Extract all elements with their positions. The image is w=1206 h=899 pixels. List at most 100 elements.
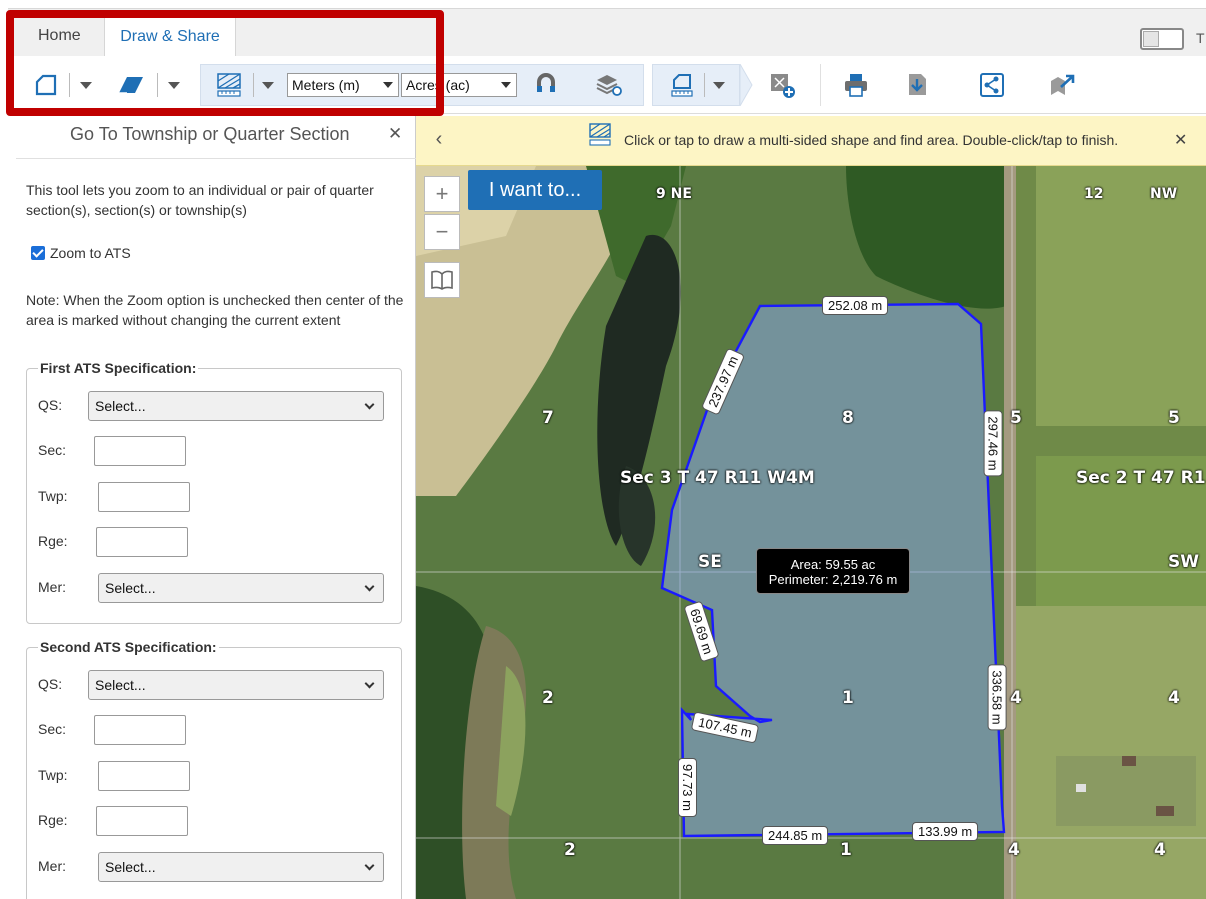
section-label: Sec 2 T 47 R1 [1076, 468, 1206, 488]
print-button[interactable] [836, 64, 876, 106]
second-qs-value: Select... [95, 677, 146, 693]
section-label: SW [1168, 552, 1199, 572]
split-separator [703, 73, 705, 97]
map-hint-text: Click or tap to draw a multi-sided shape… [624, 132, 1119, 148]
collapse-panel-icon[interactable]: ‹ [425, 122, 453, 156]
second-qs-select[interactable]: Select... [88, 670, 384, 700]
measure-shape-icon [670, 74, 693, 97]
panel-close-icon[interactable]: ✕ [388, 124, 402, 144]
section-label: 1 [840, 840, 852, 860]
chevron-down-icon [364, 860, 375, 871]
export-icon [909, 74, 926, 95]
send-to-button[interactable] [1040, 64, 1084, 106]
section-label: 9 NE [656, 186, 692, 202]
print-icon [845, 74, 867, 97]
section-label: SE [698, 552, 722, 572]
second-sec-input[interactable] [94, 715, 186, 745]
zoom-in-button[interactable]: + [424, 176, 460, 212]
first-qs-value: Select... [95, 398, 146, 414]
perimeter-readout: Perimeter: 2,219.76 m [768, 572, 898, 587]
i-want-to-button[interactable]: I want to... [468, 170, 602, 210]
first-rge-input[interactable] [96, 527, 188, 557]
bookmarks-button[interactable] [424, 262, 460, 298]
first-ats-legend: First ATS Specification: [38, 360, 199, 376]
group-arrow [740, 64, 753, 106]
add-point-icon [771, 74, 795, 98]
dimension-label-right-upper: 297.46 m [983, 410, 1003, 477]
map-view[interactable]: 9 NE 12 NW 7 8 5 5 Sec 3 T 47 R11 W4M Se… [416, 166, 1206, 899]
first-qs-select[interactable]: Select... [88, 391, 384, 421]
zoom-out-button[interactable]: − [424, 214, 460, 250]
snap-button[interactable] [528, 64, 564, 106]
area-readout: Area: 59.55 ac [790, 557, 876, 572]
ribbon-toggle[interactable] [1140, 28, 1184, 50]
chevron-down-icon [501, 82, 511, 88]
qs-label: QS: [38, 397, 63, 413]
measurement-tooltip: Area: 59.55 ac Perimeter: 2,219.76 m [756, 548, 910, 594]
second-ats-legend: Second ATS Specification: [38, 639, 219, 655]
section-label: 5 [1010, 408, 1022, 428]
satellite-imagery [416, 166, 1206, 899]
section-label: 4 [1008, 840, 1020, 860]
mer-label: Mer: [38, 579, 66, 595]
first-sec-input[interactable] [94, 436, 186, 466]
magnet-snap-icon [537, 73, 555, 92]
panel-divider [16, 158, 416, 159]
first-mer-value: Select... [105, 580, 156, 596]
share-button[interactable] [972, 64, 1012, 106]
chevron-down-icon [364, 581, 375, 592]
section-label: 7 [542, 408, 554, 428]
second-mer-select[interactable]: Select... [98, 852, 384, 882]
second-twp-input[interactable] [98, 761, 190, 791]
section-label: 2 [564, 840, 576, 860]
qs-label: QS: [38, 676, 63, 692]
dimension-label-bottom-right: 133.99 m [912, 822, 979, 841]
first-mer-select[interactable]: Select... [98, 573, 384, 603]
first-twp-input[interactable] [98, 482, 190, 512]
section-label: 4 [1154, 840, 1166, 860]
section-label: 4 [1010, 688, 1022, 708]
annotation-highlight-box [6, 10, 444, 116]
measure-shape-button[interactable] [652, 64, 740, 106]
layers-icon [596, 75, 622, 96]
dimension-label-bottom-left: 244.85 m [762, 826, 829, 845]
mer-label: Mer: [38, 858, 66, 874]
share-icon [980, 73, 1004, 97]
toggle-label: T [1196, 30, 1205, 46]
layers-button[interactable] [586, 64, 630, 106]
sec-label: Sec: [38, 721, 67, 737]
section-label: 8 [842, 408, 854, 428]
dimension-label-right-lower: 336.58 m [987, 664, 1007, 731]
dimension-label-top: 252.08 m [822, 296, 889, 315]
twp-label: Twp: [38, 488, 68, 504]
zoom-checkbox-label: Zoom to ATS [50, 245, 131, 261]
twp-label: Twp: [38, 767, 68, 783]
toggle-knob [1143, 31, 1159, 47]
section-label: 5 [1168, 408, 1180, 428]
panel-note: Note: When the Zoom option is unchecked … [26, 292, 404, 328]
section-label: 2 [542, 688, 554, 708]
section-label: NW [1150, 186, 1178, 202]
dimension-label-lower-left: 97.73 m [677, 758, 697, 817]
export-button[interactable] [898, 64, 938, 106]
hint-close-icon[interactable]: ✕ [1174, 130, 1187, 150]
send-to-icon [1051, 74, 1075, 95]
section-label: 12 [1084, 186, 1104, 202]
panel-intro: This tool lets you zoom to an individual… [26, 182, 374, 218]
zoom-checkbox[interactable] [31, 246, 45, 260]
sec-label: Sec: [38, 442, 67, 458]
second-mer-value: Select... [105, 859, 156, 875]
chevron-down-icon [364, 678, 375, 689]
section-label: 1 [842, 688, 854, 708]
section-label: Sec 3 T 47 R11 W4M [620, 468, 815, 488]
add-point-button[interactable] [762, 64, 802, 106]
chevron-down-icon [712, 81, 725, 89]
toolbar-separator [820, 64, 821, 106]
rge-label: Rge: [38, 533, 68, 549]
second-rge-input[interactable] [96, 806, 188, 836]
rge-label: Rge: [38, 812, 68, 828]
panel-title: Go To Township or Quarter Section [70, 124, 350, 144]
measure-area-icon [589, 123, 611, 146]
book-icon [431, 270, 453, 290]
chevron-down-icon [364, 399, 375, 410]
